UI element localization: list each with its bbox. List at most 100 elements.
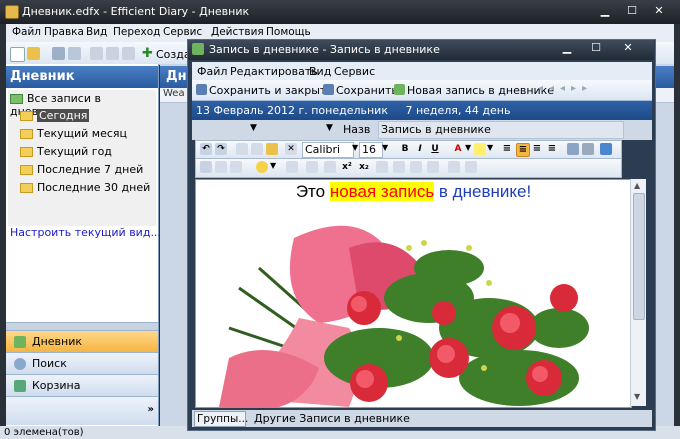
superscript-icon[interactable]: x² xyxy=(341,161,353,173)
print-icon[interactable] xyxy=(200,161,212,173)
align-top-icon[interactable] xyxy=(448,161,460,173)
menu-view[interactable]: Вид xyxy=(86,26,107,38)
dialog-maximize-icon[interactable]: ☐ xyxy=(585,41,607,54)
insert-image-icon[interactable] xyxy=(567,143,579,155)
search-icon[interactable] xyxy=(230,161,242,173)
nav-arrows-icon[interactable]: ◂◂◂▸▸ xyxy=(538,83,593,94)
outdent-icon[interactable] xyxy=(427,161,439,173)
combo-arrow-icon[interactable]: ▼ xyxy=(326,123,333,133)
align-bottom-icon[interactable] xyxy=(465,161,477,173)
copy-icon[interactable] xyxy=(251,143,263,155)
create-button[interactable]: Созда xyxy=(156,48,191,61)
save-close-button[interactable]: Сохранить и закрыть xyxy=(209,84,333,97)
editor-scrollbar[interactable]: ▲ ▼ xyxy=(630,179,646,406)
strike-icon[interactable] xyxy=(324,161,336,173)
new-entry-icon xyxy=(394,84,405,95)
highlight-dropdown-icon[interactable]: ▼ xyxy=(487,143,493,152)
italic-icon[interactable]: I xyxy=(414,143,426,155)
new-entry-button[interactable]: Новая запись в дневнике xyxy=(407,84,554,97)
font-value: Calibri xyxy=(305,143,341,156)
line-icon[interactable] xyxy=(306,161,318,173)
menu-go[interactable]: Переход xyxy=(113,26,160,38)
dialog-close-icon[interactable]: ✕ xyxy=(617,41,639,54)
nav-diary-button[interactable]: Дневник xyxy=(6,330,158,352)
menu-service[interactable]: Сервис xyxy=(163,26,202,38)
table-icon[interactable] xyxy=(286,161,298,173)
help-icon[interactable] xyxy=(600,143,612,155)
delete-icon[interactable] xyxy=(122,47,135,60)
dialog-minimize-icon[interactable]: ▁ xyxy=(556,41,578,54)
entry-editor[interactable]: Это новая запись в дневнике! xyxy=(195,179,632,408)
size-select[interactable]: 16 xyxy=(359,142,383,158)
entry-text-highlight: новая запись xyxy=(329,182,435,201)
tree-item-current-year[interactable]: Текущий год xyxy=(20,145,112,158)
clear-icon[interactable]: ✕ xyxy=(285,143,297,155)
scroll-thumb[interactable] xyxy=(633,193,645,320)
numbered-list-icon[interactable] xyxy=(393,161,405,173)
font-select[interactable]: Calibri xyxy=(302,142,354,158)
menu-file[interactable]: Файл xyxy=(12,26,41,38)
customize-view-link[interactable]: Настроить текущий вид... xyxy=(10,226,161,239)
menu-help[interactable]: Помощь xyxy=(266,26,311,38)
create-plus-icon: ✚ xyxy=(142,46,153,61)
nav-trash-button[interactable]: Корзина xyxy=(6,374,158,396)
groups-button[interactable]: Группы... xyxy=(194,411,248,427)
dialog-menu-view[interactable]: Вид xyxy=(309,65,331,78)
open-icon[interactable] xyxy=(27,47,40,60)
paste-icon[interactable] xyxy=(266,143,278,155)
emoji-icon[interactable] xyxy=(256,161,268,173)
attach-icon[interactable] xyxy=(582,143,594,155)
tree-item-label: Последние 7 дней xyxy=(37,163,144,176)
splitter[interactable] xyxy=(6,322,158,330)
expand-chevron-icon[interactable]: » xyxy=(148,399,154,420)
preview-icon[interactable] xyxy=(68,47,81,60)
title-input-value: Запись в дневнике xyxy=(381,123,491,136)
maximize-icon[interactable]: ☐ xyxy=(619,2,645,19)
size-dropdown-icon[interactable]: ▼ xyxy=(382,143,388,152)
minimize-icon[interactable]: ▁ xyxy=(592,2,618,19)
align-right-icon[interactable]: ≡ xyxy=(531,143,543,155)
align-center-icon[interactable]: ≡ xyxy=(516,143,530,157)
title-input[interactable]: Запись в дневнике xyxy=(378,121,624,139)
tree-item-label: Последние 30 дней xyxy=(37,181,151,194)
tree-item-label: Текущий год xyxy=(37,145,112,158)
font-color-icon[interactable]: A xyxy=(452,143,464,155)
tree-item-current-month[interactable]: Текущий месяц xyxy=(20,127,127,140)
copy-icon[interactable] xyxy=(106,47,119,60)
emoji-dropdown-icon[interactable]: ▼ xyxy=(270,161,276,170)
title-field-label: Назв xyxy=(343,123,371,136)
subscript-icon[interactable]: x₂ xyxy=(358,161,370,173)
bold-icon[interactable]: B xyxy=(399,143,411,155)
cut-icon[interactable] xyxy=(90,47,103,60)
menu-edit[interactable]: Правка xyxy=(44,26,84,38)
combo-arrow-icon[interactable]: ▼ xyxy=(250,123,257,133)
undo-icon[interactable]: ↶ xyxy=(200,143,212,155)
font-dropdown-icon[interactable]: ▼ xyxy=(352,143,358,152)
list-icon[interactable] xyxy=(376,161,388,173)
dialog-menu-file[interactable]: Файл xyxy=(197,65,227,78)
align-left-icon[interactable]: ≡ xyxy=(501,143,513,155)
highlight-icon[interactable] xyxy=(474,143,486,155)
justify-icon[interactable]: ≡ xyxy=(546,143,558,155)
indent-icon[interactable] xyxy=(410,161,422,173)
sidebar-title: Дневник xyxy=(10,69,75,84)
redo-icon[interactable]: ↷ xyxy=(215,143,227,155)
dialog-menu-edit[interactable]: Редактировать xyxy=(230,65,318,78)
nav-search-button[interactable]: Поиск xyxy=(6,352,158,374)
save-button[interactable]: Сохранить xyxy=(336,84,398,97)
dialog-menu-service[interactable]: Сервис xyxy=(334,65,375,78)
menu-actions[interactable]: Действия xyxy=(211,26,264,38)
tree-item-last-7[interactable]: Последние 7 дней xyxy=(20,163,143,176)
column-header-weather[interactable]: Wea xyxy=(163,88,185,99)
tree-item-last-30[interactable]: Последние 30 дней xyxy=(20,181,150,194)
scroll-up-icon[interactable]: ▲ xyxy=(634,181,640,190)
font-color-dropdown-icon[interactable]: ▼ xyxy=(465,143,471,152)
new-icon[interactable] xyxy=(10,47,25,62)
format-painter-icon[interactable] xyxy=(215,161,227,173)
tree-item-today[interactable]: Сегодня xyxy=(20,109,90,122)
scroll-down-icon[interactable]: ▼ xyxy=(634,392,640,401)
print-icon[interactable] xyxy=(52,47,65,60)
close-icon[interactable]: ✕ xyxy=(646,2,672,19)
underline-icon[interactable]: U xyxy=(429,143,441,155)
cut-icon[interactable] xyxy=(236,143,248,155)
